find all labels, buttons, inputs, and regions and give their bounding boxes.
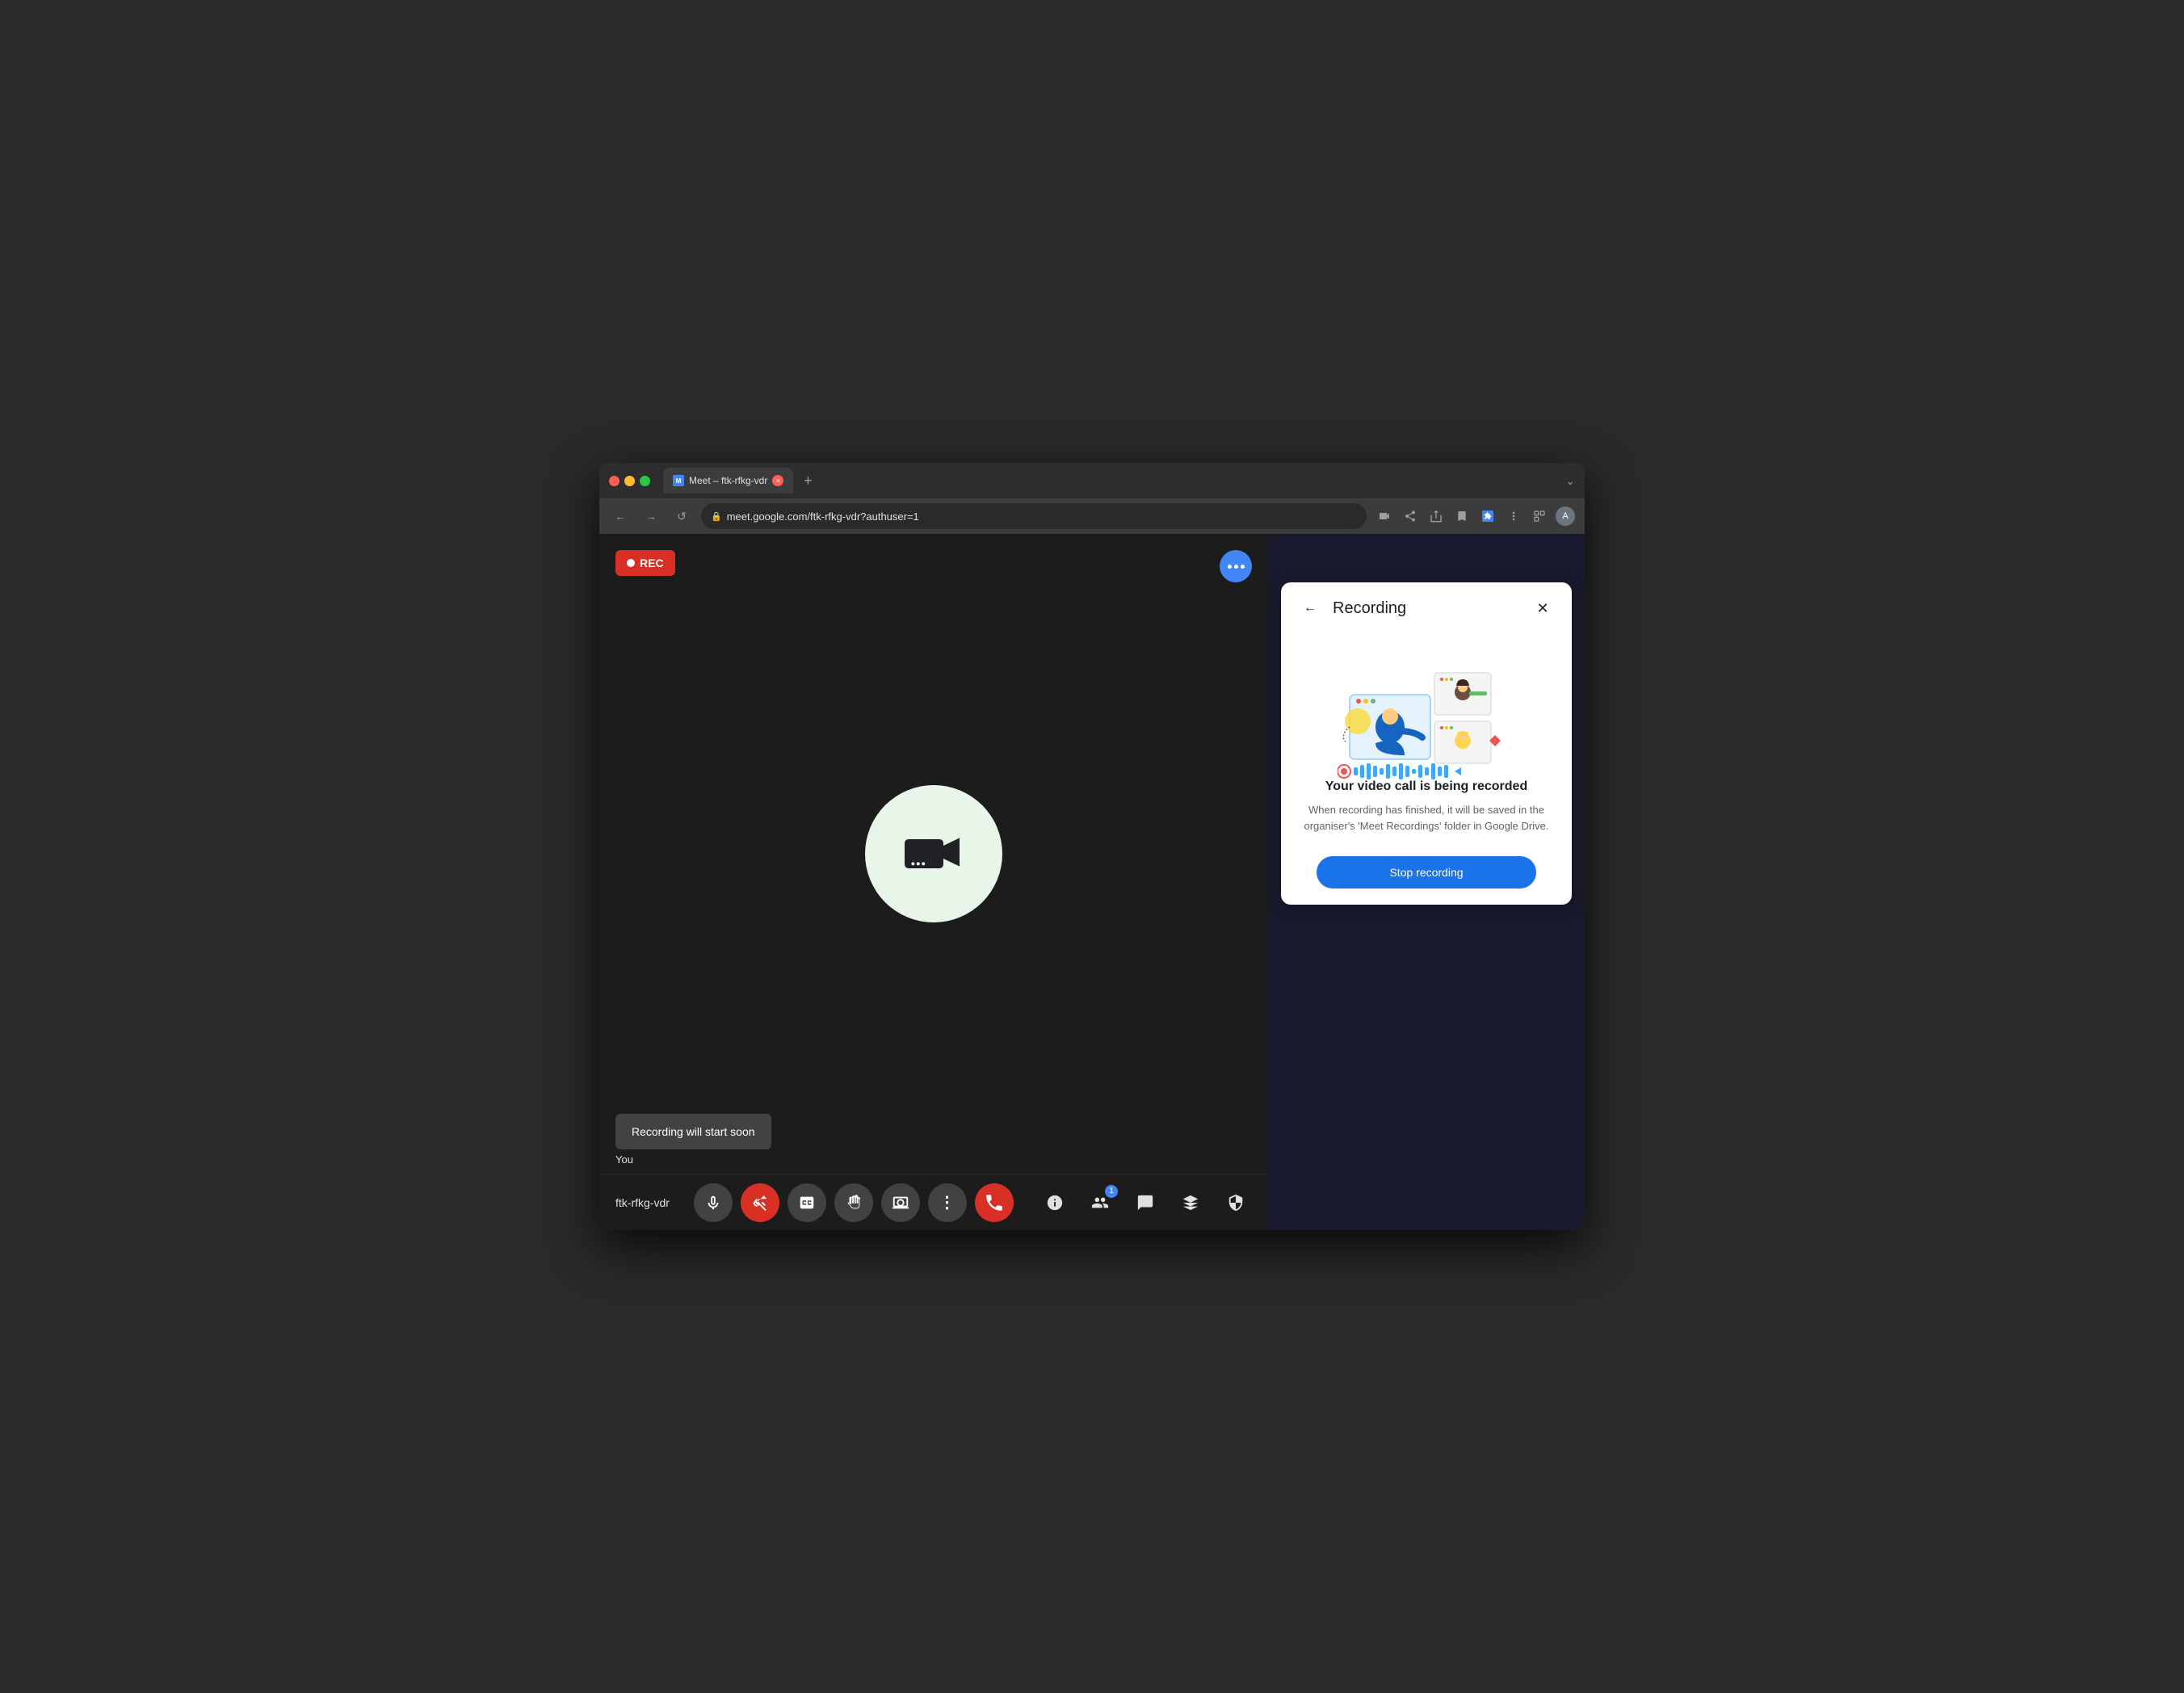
panel-body: Your video call is being recorded When r… xyxy=(1281,634,1572,905)
panel-close-button[interactable]: ✕ xyxy=(1530,595,1556,621)
host-controls-button[interactable] xyxy=(1220,1187,1252,1219)
recording-panel: ← Recording ✕ xyxy=(1281,582,1572,905)
tab-title: Meet – ftk-rfkg-vdr xyxy=(689,475,767,486)
info-button[interactable] xyxy=(1039,1187,1071,1219)
back-arrow-icon: ← xyxy=(1304,601,1317,615)
close-window-button[interactable] xyxy=(609,476,620,486)
bottom-toolbar: ftk-rfkg-vdr xyxy=(599,1174,1268,1230)
upload-icon[interactable] xyxy=(1426,506,1446,526)
refresh-icon: ↺ xyxy=(677,510,687,523)
tab-favicon: M xyxy=(673,475,684,486)
meet-area: REC xyxy=(599,534,1268,1230)
panel-heading: Your video call is being recorded xyxy=(1325,779,1527,794)
people-button[interactable]: 1 xyxy=(1084,1187,1116,1219)
meeting-name: ftk-rfkg-vdr xyxy=(615,1196,670,1209)
camera-toolbar-icon[interactable] xyxy=(1375,506,1394,526)
panel-header: ← Recording ✕ xyxy=(1281,582,1572,634)
collapse-button[interactable]: ⌄ xyxy=(1565,474,1575,488)
active-tab[interactable]: M Meet – ftk-rfkg-vdr × xyxy=(663,468,793,494)
more-icon: ⋮ xyxy=(939,1192,956,1212)
address-bar: ← → ↺ 🔒 meet.google.com/ftk-rfkg-vdr?aut… xyxy=(599,498,1585,534)
url-text: meet.google.com/ftk-rfkg-vdr?authuser=1 xyxy=(727,510,919,523)
back-button[interactable]: ← xyxy=(609,505,632,527)
toolbar-center: ⋮ xyxy=(670,1183,1039,1222)
browser-menu-icon[interactable] xyxy=(1504,506,1523,526)
lock-icon: 🔒 xyxy=(711,511,722,522)
main-content: REC xyxy=(599,534,1585,1230)
activities-button[interactable] xyxy=(1174,1187,1207,1219)
mic-button[interactable] xyxy=(694,1183,733,1222)
forward-icon: → xyxy=(645,510,657,523)
you-label: You xyxy=(615,1153,633,1166)
close-icon: ✕ xyxy=(1536,600,1548,617)
profile-avatar[interactable]: A xyxy=(1556,506,1575,526)
url-bar[interactable]: 🔒 meet.google.com/ftk-rfkg-vdr?authuser=… xyxy=(701,503,1367,529)
camera-icon-circle xyxy=(865,785,1002,922)
title-bar: M Meet – ftk-rfkg-vdr × + ⌄ xyxy=(599,463,1585,498)
share-icon[interactable] xyxy=(1401,506,1420,526)
chat-button[interactable] xyxy=(1129,1187,1161,1219)
end-call-button[interactable] xyxy=(975,1183,1014,1222)
panel-subtext: When recording has finished, it will be … xyxy=(1297,802,1556,834)
more-options-button[interactable] xyxy=(1220,550,1252,582)
minimize-window-button[interactable] xyxy=(624,476,635,486)
refresh-button[interactable]: ↺ xyxy=(670,505,693,527)
rec-label: REC xyxy=(640,557,664,569)
address-bar-icons: A xyxy=(1375,506,1575,526)
raise-hand-button[interactable] xyxy=(834,1183,873,1222)
you-text: You xyxy=(615,1153,633,1166)
rec-button[interactable]: REC xyxy=(615,550,675,576)
video-placeholder xyxy=(599,534,1268,1174)
tab-area: M Meet – ftk-rfkg-vdr × + xyxy=(663,468,1559,494)
camera-button[interactable] xyxy=(741,1183,779,1222)
captions-button[interactable] xyxy=(788,1183,826,1222)
extensions-icon[interactable] xyxy=(1478,506,1497,526)
toolbar-right: 1 xyxy=(1039,1187,1252,1219)
bookmark-icon[interactable] xyxy=(1452,506,1472,526)
back-icon: ← xyxy=(615,510,626,523)
forward-button[interactable]: → xyxy=(640,505,662,527)
notification-banner: Recording will start soon xyxy=(615,1114,771,1149)
google-meet-icon xyxy=(901,825,966,882)
present-button[interactable] xyxy=(881,1183,920,1222)
notification-text: Recording will start soon xyxy=(632,1125,755,1138)
browser-window: M Meet – ftk-rfkg-vdr × + ⌄ ← → ↺ 🔒 meet… xyxy=(599,463,1585,1230)
stop-recording-button[interactable]: Stop recording xyxy=(1317,856,1536,889)
traffic-lights xyxy=(609,476,650,486)
rec-dot xyxy=(627,559,635,567)
people-badge: 1 xyxy=(1105,1185,1118,1198)
three-dots-icon xyxy=(1228,565,1245,569)
new-tab-button[interactable]: + xyxy=(796,469,819,492)
panel-back-button[interactable]: ← xyxy=(1297,595,1323,621)
panel-title: Recording xyxy=(1333,599,1530,618)
more-button[interactable]: ⋮ xyxy=(928,1183,967,1222)
window-controls-icon[interactable] xyxy=(1530,506,1549,526)
tab-close-button[interactable]: × xyxy=(772,475,783,486)
recording-illustration xyxy=(1338,650,1515,779)
maximize-window-button[interactable] xyxy=(640,476,650,486)
